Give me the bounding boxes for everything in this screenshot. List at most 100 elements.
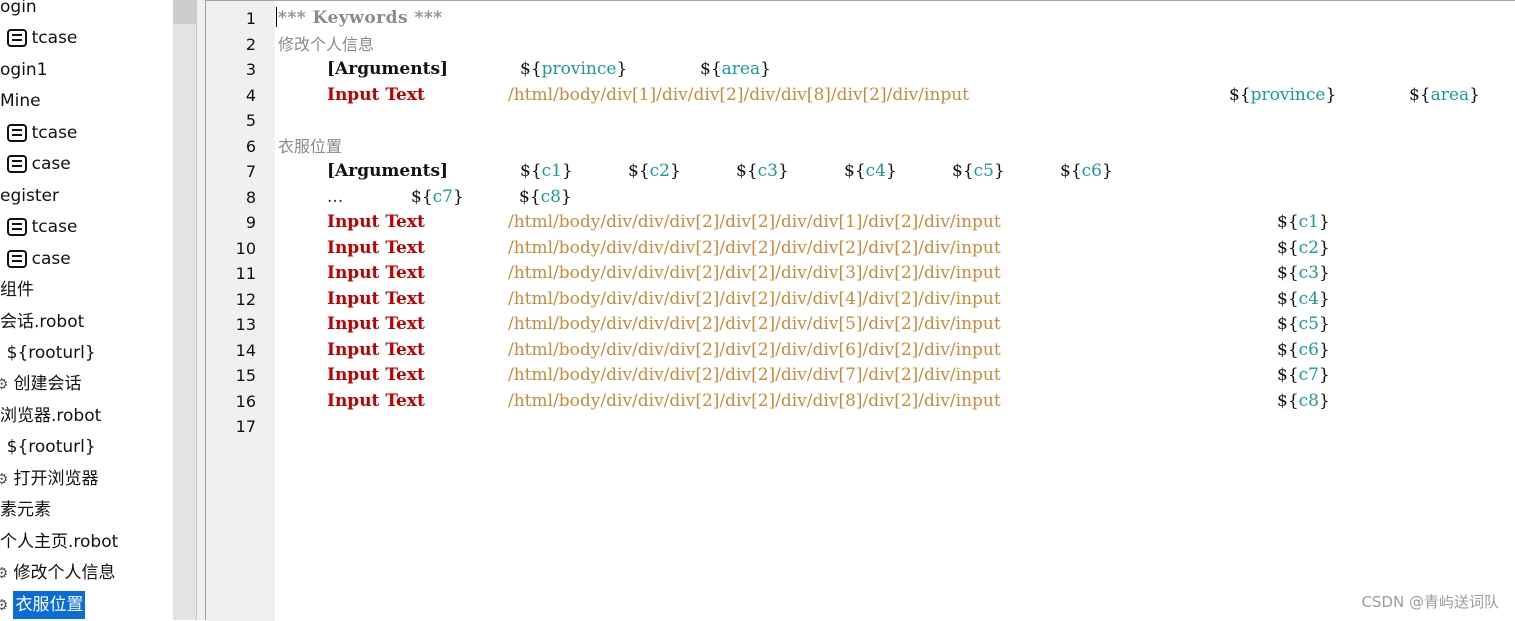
xpath-locator: /html/body/div/div/div[2]/div[2]/div/div… — [508, 339, 1001, 360]
variable-brace-close: } — [777, 161, 789, 181]
variable-name: c6 — [1081, 161, 1102, 181]
variable-name: c3 — [1298, 263, 1319, 283]
variable-name: c7 — [1298, 365, 1319, 385]
tree-item[interactable]: 素元素 — [0, 496, 51, 524]
variable-brace-close: } — [885, 161, 897, 181]
line-number: 2 — [245, 34, 256, 54]
tree-item[interactable]: ⚙ 修改个人信息 — [0, 559, 115, 587]
test-case-icon — [6, 249, 27, 268]
keyword-call: Input Text — [327, 339, 425, 360]
tree-item[interactable]: ogin1 — [0, 56, 48, 84]
variable-brace-open: ${ — [1060, 161, 1082, 181]
variable-brace-close: } — [1318, 237, 1330, 258]
variable-token: ${c1} — [520, 159, 573, 184]
xpath-locator: /html/body/div[1]/div/div[2]/div/div[8]/… — [508, 84, 970, 105]
tree-connector: ] — [0, 24, 1, 52]
pane-splitter[interactable] — [196, 0, 206, 620]
variable-brace-open: ${ — [1277, 314, 1299, 334]
variable-name: c6 — [1298, 339, 1319, 360]
tree-item-label: Mine — [0, 91, 41, 112]
line-number: 5 — [245, 111, 256, 130]
tree-item[interactable]: 会话.robot — [0, 308, 84, 336]
variable-brace-open: ${ — [1277, 390, 1299, 411]
tree-item[interactable]: 组件 — [0, 276, 34, 304]
variable-brace-open: ${ — [1229, 84, 1251, 105]
tree-item[interactable]: ] tcase — [0, 24, 77, 52]
variable-brace-open: ${ — [952, 161, 974, 181]
variable-token: ${c1} — [1277, 210, 1330, 235]
variable-brace-open: ${ — [700, 59, 722, 79]
tree-item-label: tcase — [31, 217, 78, 238]
line-number: 6 — [245, 136, 256, 156]
variable-name: c1 — [541, 161, 562, 181]
tree-scrollbar[interactable] — [173, 0, 196, 620]
variable-brace-close: } — [1318, 288, 1330, 309]
variable-brace-close: } — [452, 186, 464, 207]
variable-token: ${c8} — [519, 185, 572, 210]
xpath-locator: /html/body/div/div/div[2]/div[2]/div/div… — [508, 288, 1001, 309]
variable-brace-open: ${ — [1277, 263, 1299, 283]
keyword-call: Input Text — [327, 288, 425, 309]
keyword-call: Input Text — [327, 263, 425, 283]
tree-item[interactable]: )${rooturl} — [0, 339, 96, 367]
line-number: 11 — [235, 264, 256, 283]
tree-item[interactable]: ogin — [0, 0, 37, 21]
tree-item-label: case — [31, 154, 71, 175]
tree-item-label: ${rooturl} — [6, 342, 96, 363]
tree-item-label: 打开浏览器 — [13, 468, 99, 489]
variable-name: c5 — [1298, 314, 1319, 334]
keyword-call: Input Text — [327, 212, 425, 232]
arguments-setting: [Arguments] — [327, 161, 449, 181]
tree-item-label: egister — [0, 185, 59, 206]
tree-item[interactable]: ⚙ 创建会话 — [0, 370, 81, 398]
tree-item-label: 会话.robot — [0, 311, 85, 332]
tree-item[interactable]: 浏览器.robot — [0, 402, 101, 430]
variable-name: c5 — [973, 161, 994, 181]
tree-connector: ] — [0, 245, 1, 273]
variable-name: c2 — [1298, 237, 1319, 258]
tree-item-label: case — [31, 248, 71, 269]
tree-item[interactable]: 个人主页.robot — [0, 528, 118, 556]
variable-brace-close: } — [993, 161, 1005, 181]
variable-name: c8 — [540, 186, 561, 207]
variable-token: ${province} — [520, 57, 627, 82]
variable-brace-close: } — [1469, 84, 1480, 105]
tree-item-label: ogin1 — [0, 59, 48, 80]
variable-name: c8 — [1298, 390, 1319, 411]
variable-brace-open: ${ — [1277, 212, 1299, 232]
tree-item[interactable]: ] case — [0, 245, 71, 273]
tree-scrollbar-thumb[interactable] — [173, 0, 196, 24]
tree-connector: ] — [0, 119, 1, 147]
keyword-call: Input Text — [327, 314, 425, 334]
tree-item[interactable]: ] tcase — [0, 119, 77, 147]
line-number: 8 — [245, 187, 256, 207]
xpath-locator: /html/body/div/div/div[2]/div[2]/div/div… — [508, 212, 1001, 232]
tree-item-label: ${rooturl} — [6, 437, 96, 458]
variable-token: ${c7} — [1277, 363, 1330, 388]
variable-name: c3 — [757, 161, 778, 181]
variable-name: area — [721, 59, 761, 79]
tree-item-label: tcase — [31, 122, 78, 143]
section-header: *** Keywords *** — [278, 8, 443, 28]
variable-brace-close: } — [1325, 84, 1337, 105]
line-number: 16 — [235, 391, 256, 411]
keyword-call: Input Text — [327, 365, 425, 385]
watermark: CSDN @青屿送词队 — [1361, 593, 1499, 611]
tree-item[interactable]: ] tcase — [0, 213, 77, 241]
tree-item-label: 浏览器.robot — [0, 405, 102, 426]
tree-item[interactable]: Mine — [0, 87, 41, 115]
tree-item[interactable]: ⚙ 打开浏览器 — [0, 465, 98, 493]
variable-brace-close: } — [561, 161, 573, 181]
tree-item[interactable]: )${rooturl} — [0, 433, 96, 461]
tree-item[interactable]: egister — [0, 182, 59, 210]
tree-item[interactable]: ⚙ 衣服位置 — [0, 590, 86, 619]
line-number: 15 — [235, 366, 256, 385]
tree-item[interactable]: ] case — [0, 150, 71, 178]
variable-name: province — [541, 59, 617, 79]
line-number: 12 — [235, 289, 256, 309]
xpath-locator: /html/body/div/div/div[2]/div[2]/div/div… — [508, 237, 1001, 258]
keyword-call: Input Text — [327, 237, 425, 258]
variable-brace-open: ${ — [1277, 339, 1299, 360]
project-tree[interactable]: ogin] tcase ogin1 Mine] tcase] case egister] tc… — [0, 0, 173, 620]
code-editor[interactable]: 1 2 3 4 5 6 7 8 9 10 11 12 13 14 15 16 17 *** Keywords *… — [206, 0, 1515, 621]
